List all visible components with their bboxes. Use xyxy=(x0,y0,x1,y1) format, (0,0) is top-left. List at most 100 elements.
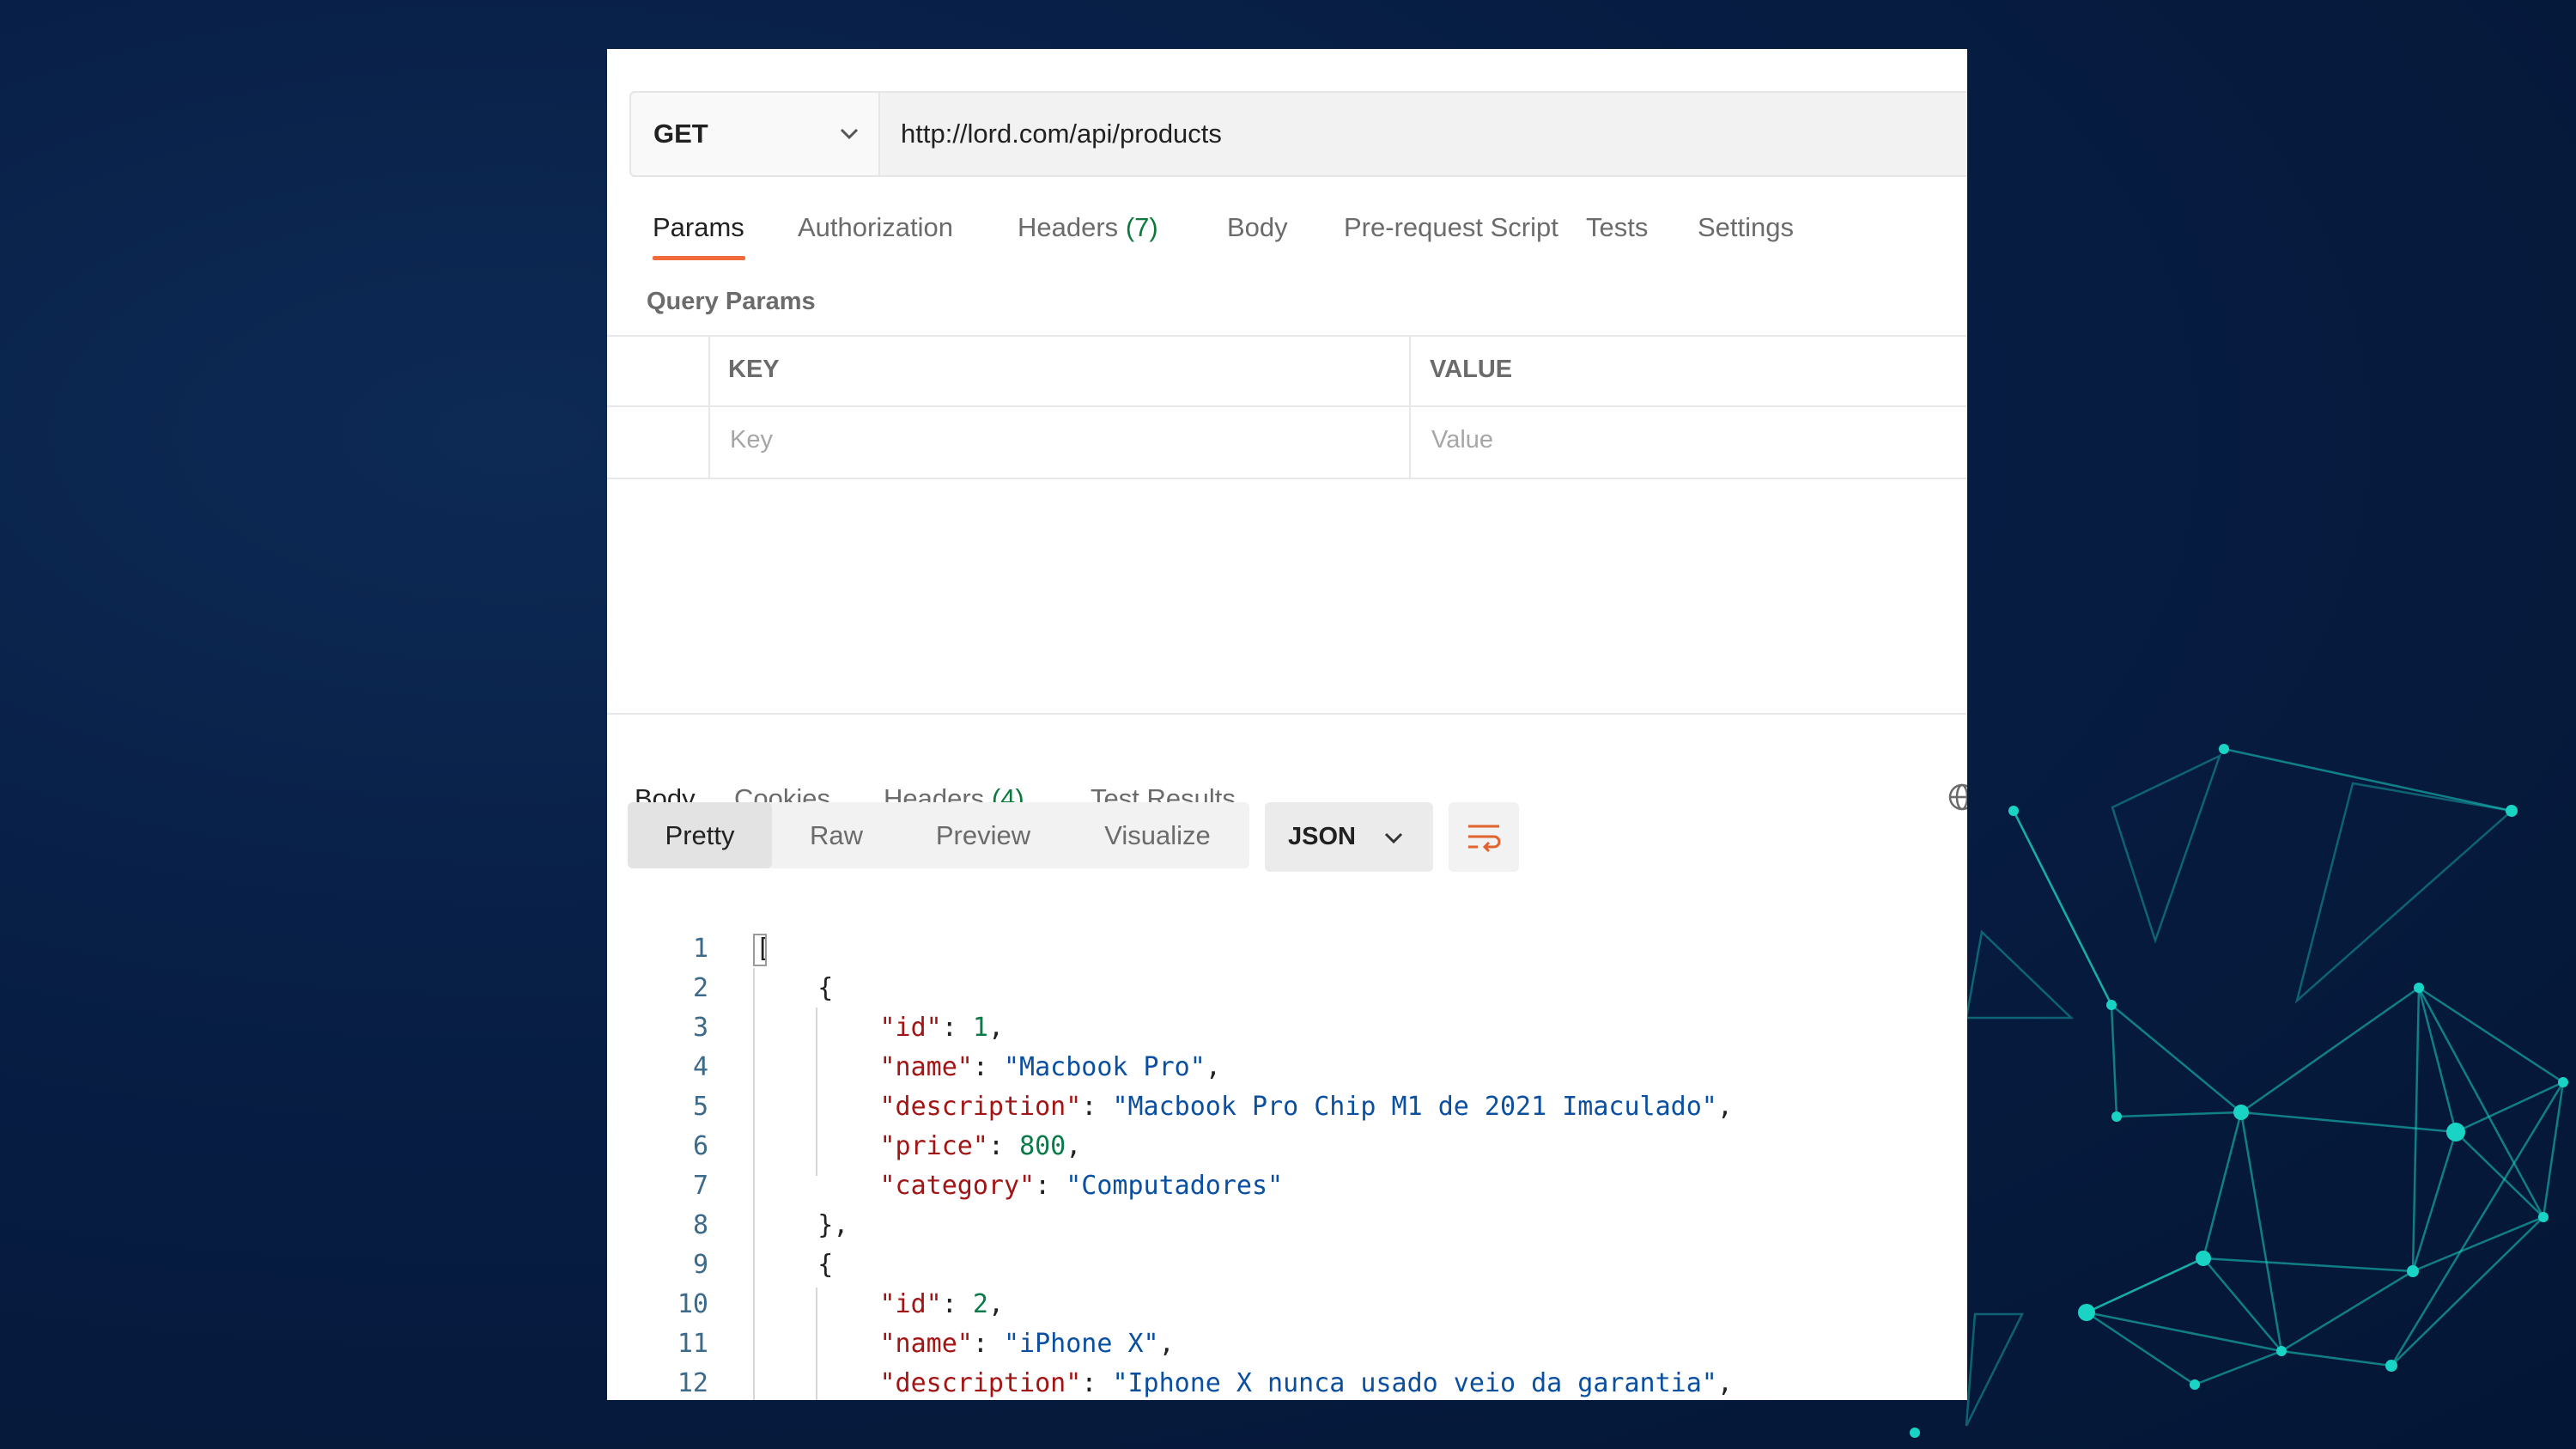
code-token: 1 xyxy=(972,1013,988,1043)
network-node xyxy=(2078,1304,2095,1321)
headers-count-badge: (7) xyxy=(1125,212,1158,242)
code-text: }, xyxy=(756,1210,848,1240)
tab-authorization[interactable]: Authorization xyxy=(798,212,953,243)
table-border xyxy=(708,335,710,479)
pane-divider[interactable] xyxy=(607,713,1967,715)
network-line xyxy=(2223,747,2512,813)
tab-pre-request-script[interactable]: Pre-request Script xyxy=(1344,212,1558,243)
network-line xyxy=(2239,1111,2283,1352)
code-line: 10 "id": 2, xyxy=(607,1289,1967,1329)
network-triangle xyxy=(1965,1312,2025,1427)
globe-icon[interactable] xyxy=(1947,782,1967,813)
code-token: }, xyxy=(756,1210,849,1240)
tab-label: Tests xyxy=(1586,212,1649,242)
tab-body[interactable]: Body xyxy=(1227,212,1288,243)
network-line xyxy=(2086,1257,2204,1314)
network-node xyxy=(2446,1123,2465,1142)
line-number: 10 xyxy=(677,1289,708,1319)
wrap-lines-button[interactable] xyxy=(1449,802,1519,872)
network-node xyxy=(1910,1428,1920,1438)
value-input[interactable]: Value xyxy=(1431,426,1493,454)
code-token: , xyxy=(987,1289,1004,1319)
line-number: 9 xyxy=(692,1250,708,1280)
key-input[interactable]: Key xyxy=(730,426,773,454)
network-triangle xyxy=(2294,782,2514,1004)
line-number: 2 xyxy=(692,973,708,1003)
code-line: 6 "price": 800, xyxy=(607,1131,1967,1171)
code-line: 9 { xyxy=(607,1250,1967,1289)
network-line xyxy=(2411,1131,2458,1272)
code-token: : xyxy=(941,1013,973,1043)
network-node xyxy=(2111,1111,2122,1122)
code-token: "price" xyxy=(879,1131,988,1161)
code-line: 5 "description": "Macbook Pro Chip M1 de… xyxy=(607,1092,1967,1131)
raw-button[interactable]: Raw xyxy=(772,802,901,868)
method-select[interactable]: GET xyxy=(631,93,880,175)
network-node xyxy=(2196,1251,2211,1266)
query-params-title: Query Params xyxy=(647,288,816,315)
code-token: "description" xyxy=(879,1092,1082,1122)
network-line xyxy=(2281,1269,2414,1353)
code-token: , xyxy=(1158,1329,1175,1359)
code-token: "Iphone X nunca usado veio da garantia" xyxy=(1112,1368,1717,1398)
code-text: "id": 2, xyxy=(756,1289,1005,1319)
indent-guide xyxy=(816,1288,817,1400)
network-node xyxy=(2506,805,2518,817)
network-node xyxy=(2190,1379,2200,1390)
preview-button[interactable]: Preview xyxy=(901,802,1066,868)
url-input[interactable]: http://lord.com/api/products xyxy=(901,119,1222,149)
tab-label: Params xyxy=(653,212,744,242)
tab-label: Body xyxy=(1227,212,1288,242)
chevron-down-icon xyxy=(840,128,859,140)
network-line xyxy=(2281,1349,2392,1367)
line-number: 1 xyxy=(692,934,708,964)
network-line xyxy=(2412,1215,2544,1273)
value-column-header: VALUE xyxy=(1430,356,1513,383)
language-select-label: JSON xyxy=(1288,823,1356,850)
indent-guide xyxy=(816,1008,817,1176)
tab-tests[interactable]: Tests xyxy=(1586,212,1648,243)
code-text: "name": "Macbook Pro", xyxy=(756,1052,1221,1082)
network-line xyxy=(2240,986,2420,1114)
tab-headers[interactable]: Headers (7) xyxy=(1018,212,1158,243)
visualize-button[interactable]: Visualize xyxy=(1066,802,1249,868)
tab-label: Settings xyxy=(1698,212,1795,242)
table-border xyxy=(1409,335,1411,479)
network-line xyxy=(2194,1349,2282,1386)
code-token: "Macbook Pro Chip M1 de 2021 Imaculado" xyxy=(1112,1092,1717,1122)
network-line xyxy=(2202,1257,2414,1273)
code-text: "description": "Iphone X nunca usado vei… xyxy=(756,1368,1733,1398)
line-number: 3 xyxy=(692,1013,708,1043)
method-label: GET xyxy=(653,119,708,149)
network-node xyxy=(2385,1360,2397,1372)
line-number: 5 xyxy=(692,1092,708,1122)
line-number: 6 xyxy=(692,1131,708,1161)
code-token: : xyxy=(987,1131,1020,1161)
code-token: , xyxy=(1716,1368,1733,1398)
network-node xyxy=(2558,1077,2568,1087)
network-line xyxy=(2111,1004,2242,1113)
code-token: : xyxy=(1081,1368,1113,1398)
code-token: : xyxy=(972,1052,1004,1082)
line-number: 11 xyxy=(677,1329,708,1359)
code-token: 800 xyxy=(1019,1131,1066,1161)
code-line: 3 "id": 1, xyxy=(607,1013,1967,1052)
language-select[interactable]: JSON xyxy=(1265,802,1433,872)
code-text: "description": "Macbook Pro Chip M1 de 2… xyxy=(756,1092,1733,1122)
tab-settings[interactable]: Settings xyxy=(1698,212,1794,243)
network-line xyxy=(2202,1111,2243,1259)
code-line: 2 { xyxy=(607,973,1967,1013)
code-line: 8 }, xyxy=(607,1210,1967,1250)
response-body-editor[interactable]: 1[2 {3 "id": 1, 4 "name": "Macbook Pro", 5… xyxy=(607,934,1967,1400)
tab-params[interactable]: Params xyxy=(653,212,744,243)
network-node xyxy=(2407,1265,2419,1277)
network-triangle xyxy=(1965,929,2075,1020)
code-token: : xyxy=(1081,1092,1113,1122)
pretty-button[interactable]: Pretty xyxy=(628,802,772,868)
network-node xyxy=(2538,1212,2549,1222)
